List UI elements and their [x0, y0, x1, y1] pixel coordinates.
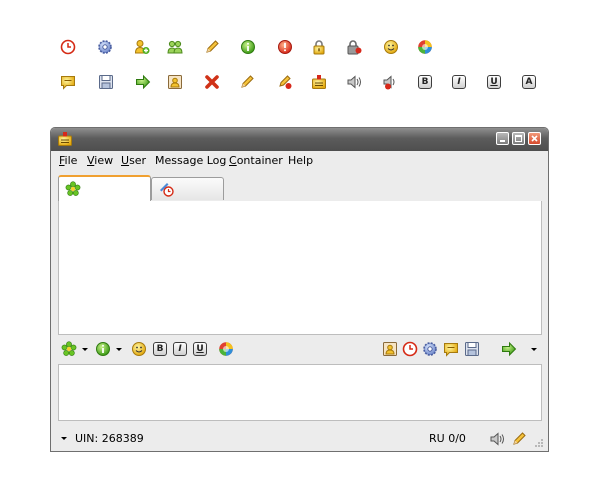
bold-button[interactable]: B	[153, 342, 167, 356]
info-icon[interactable]	[95, 341, 111, 357]
font-button: A	[522, 75, 536, 89]
smiley-icon	[383, 39, 399, 55]
message-input[interactable]	[58, 364, 542, 421]
menu-help[interactable]: Help	[288, 154, 313, 167]
status-menu-chevron-icon[interactable]	[61, 437, 67, 440]
sound-icon	[346, 74, 362, 90]
gear-icon	[97, 39, 113, 55]
pager-icon	[311, 74, 327, 90]
close-button[interactable]	[528, 132, 541, 145]
delete-icon	[204, 74, 220, 90]
tab-strip	[58, 175, 542, 202]
chevron-down-icon[interactable]	[531, 348, 537, 351]
save-icon[interactable]	[464, 341, 480, 357]
chat-history-area[interactable]	[58, 201, 542, 335]
underline-button[interactable]: U	[193, 342, 207, 356]
chevron-down-icon[interactable]	[82, 348, 88, 351]
menu-user[interactable]: User	[121, 154, 146, 167]
alert-icon	[277, 39, 293, 55]
uin-label: UIN: 268389	[75, 432, 144, 445]
chevron-down-icon[interactable]	[116, 348, 122, 351]
clock-icon	[60, 39, 76, 55]
lock-user-icon	[346, 39, 362, 55]
menu-message-log[interactable]: Message Log	[155, 154, 226, 167]
minimize-button[interactable]	[496, 132, 509, 145]
message-icon[interactable]	[443, 341, 459, 357]
message-window: File View User Message Log Container Hel…	[50, 127, 549, 452]
clock-icon[interactable]	[402, 341, 418, 357]
status-bar: UIN: 268389 RU 0/0	[51, 426, 548, 451]
sound-icon[interactable]	[489, 431, 505, 447]
menu-file[interactable]: File	[59, 154, 77, 167]
save-icon	[98, 74, 114, 90]
info-icon	[240, 39, 256, 55]
lock-icon	[311, 39, 327, 55]
pencil-icon	[204, 39, 220, 55]
italic-button: I	[452, 75, 466, 89]
smiley-icon[interactable]	[131, 341, 147, 357]
maximize-button[interactable]	[512, 132, 525, 145]
pencil-icon[interactable]	[511, 431, 527, 447]
tab-history[interactable]	[151, 177, 224, 200]
italic-button[interactable]: I	[173, 342, 187, 356]
language-indicator[interactable]: RU 0/0	[429, 432, 466, 445]
contact-card-icon	[167, 74, 183, 90]
send-arrow-icon[interactable]	[501, 341, 517, 357]
contact-card-icon[interactable]	[382, 341, 398, 357]
color-icon[interactable]	[218, 341, 234, 357]
menu-view[interactable]: View	[87, 154, 113, 167]
arrow-right-icon	[135, 74, 151, 90]
pager-icon	[57, 131, 73, 147]
eraser-icon	[277, 74, 293, 90]
pencil-icon	[239, 74, 255, 90]
bold-button: B	[418, 75, 432, 89]
tab-contact[interactable]	[58, 175, 151, 201]
message-icon	[60, 74, 76, 90]
users-icon	[167, 39, 183, 55]
icq-flower-icon[interactable]	[61, 341, 77, 357]
menu-bar: File View User Message Log Container Hel…	[51, 151, 548, 170]
add-user-icon	[134, 39, 150, 55]
resize-grip-icon[interactable]	[534, 438, 544, 448]
underline-button: U	[487, 75, 501, 89]
title-bar[interactable]	[51, 128, 548, 151]
menu-container[interactable]: Container	[229, 154, 283, 167]
message-toolbar: B I U	[58, 338, 542, 362]
history-clock-icon	[158, 181, 174, 197]
sound-blocked-icon	[382, 74, 398, 90]
color-icon	[417, 39, 433, 55]
icq-flower-icon	[65, 181, 81, 197]
gear-icon[interactable]	[422, 341, 438, 357]
